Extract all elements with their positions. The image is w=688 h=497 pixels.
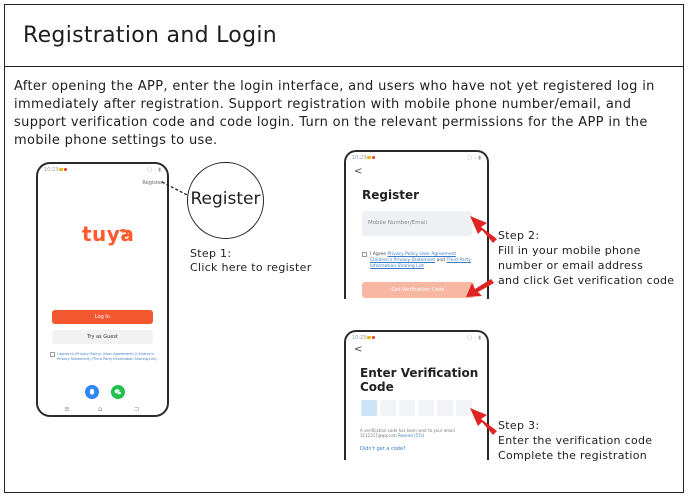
step2-text-2: number or email address xyxy=(498,259,644,272)
mobile-email-input[interactable]: Mobile Number/Email xyxy=(362,211,472,236)
status-bar: 10:23 ▢ ∴ ▮ xyxy=(44,167,161,174)
status-icons: ▢ ∴ ▮ xyxy=(147,167,161,173)
verification-phone-screenshot: 10:23 ▢ ∴ ▮ < Enter Verification Code A … xyxy=(344,330,489,460)
step3-text-1: Enter the verification code xyxy=(498,434,653,447)
verification-heading: Enter Verification Code xyxy=(360,366,479,394)
resend-link[interactable]: Resend (57s) xyxy=(398,433,424,438)
code-digit-box[interactable] xyxy=(456,400,472,416)
register-link[interactable]: Register xyxy=(142,180,163,186)
code-digit-box[interactable] xyxy=(418,400,434,416)
status-bar: 10:23 ▢ ∴ ▮ xyxy=(352,335,481,342)
step3-caption: Step 3: Enter the verification code Comp… xyxy=(498,418,652,463)
step1-title: Step 1: xyxy=(190,247,232,260)
step3-text-2: Complete the registration xyxy=(498,449,648,462)
register-callout-label: Register xyxy=(190,189,261,209)
code-digit-box[interactable] xyxy=(399,400,415,416)
get-verification-code-button[interactable]: Get Verification Code xyxy=(362,282,474,298)
status-time: 10:23 xyxy=(44,167,68,173)
title-bar: Registration and Login xyxy=(5,5,683,67)
tuya-logo: tuya xyxy=(82,222,135,246)
intro-paragraph: After opening the APP, enter the login i… xyxy=(14,79,655,148)
status-time: 10:23 xyxy=(352,335,376,341)
step1-text: Click here to register xyxy=(190,261,312,274)
status-bar: 10:23 ▢ ∴ ▮ xyxy=(352,155,481,162)
agreement-row: I agree to (Privacy Policy) (User Agreem… xyxy=(50,352,158,362)
didnt-get-code-link[interactable]: Didn't get a code? xyxy=(360,446,406,452)
logo-arc-icon xyxy=(118,229,128,239)
register-callout: Register xyxy=(187,162,264,239)
back-icon[interactable]: < xyxy=(354,166,362,177)
qq-login-icon[interactable] xyxy=(85,385,99,399)
step2-caption: Step 2: Fill in your mobile phone number… xyxy=(498,228,674,288)
register-heading: Register xyxy=(362,188,420,202)
login-phone-screenshot: 10:23 ▢ ∴ ▮ Register tuya Log In Try as … xyxy=(36,162,169,417)
menu-nav-icon[interactable]: ≡ xyxy=(64,405,70,413)
code-digit-box[interactable] xyxy=(361,400,377,416)
back-icon[interactable]: < xyxy=(354,344,362,355)
phone-nav-bar: ≡ ⌂ ⊃ xyxy=(38,405,167,415)
code-digit-box[interactable] xyxy=(437,400,453,416)
back-nav-icon[interactable]: ⊃ xyxy=(134,405,140,413)
try-as-guest-button[interactable]: Try as Guest xyxy=(52,330,153,344)
status-icons: ▢ ∴ ▮ xyxy=(467,155,481,161)
agreement-checkbox[interactable] xyxy=(362,252,367,257)
step1-caption: Step 1: Click here to register xyxy=(190,247,312,275)
agreement-row: I Agree Privacy Policy User Agreement Ch… xyxy=(362,252,478,270)
wechat-login-icon[interactable] xyxy=(111,385,125,399)
agreement-checkbox[interactable] xyxy=(50,352,55,357)
page-title: Registration and Login xyxy=(23,23,277,48)
agree-prefix: I Agree xyxy=(370,252,388,257)
step2-text-3: and click Get verification code xyxy=(498,274,675,287)
agree-mid: and xyxy=(435,258,447,263)
home-nav-icon[interactable]: ⌂ xyxy=(98,405,102,413)
code-digit-box[interactable] xyxy=(380,400,396,416)
step2-text-1: Fill in your mobile phone xyxy=(498,244,641,257)
agreement-text[interactable]: I agree to (Privacy Policy) (User Agreem… xyxy=(57,352,158,362)
status-icons: ▢ ∴ ▮ xyxy=(467,335,481,341)
log-in-button[interactable]: Log In xyxy=(52,310,153,324)
step3-title: Step 3: xyxy=(498,419,540,432)
status-time: 10:23 xyxy=(352,155,376,161)
step2-title: Step 2: xyxy=(498,229,540,242)
register-phone-screenshot: 10:23 ▢ ∴ ▮ < Register Mobile Number/Ema… xyxy=(344,150,489,299)
code-sent-notice: A verification code has been sent to you… xyxy=(360,428,455,438)
